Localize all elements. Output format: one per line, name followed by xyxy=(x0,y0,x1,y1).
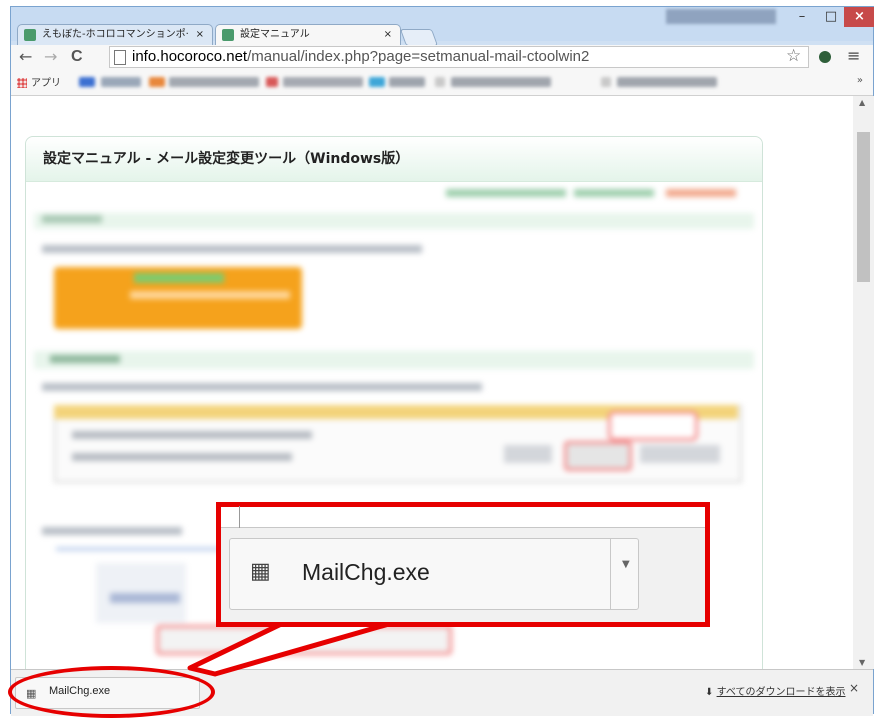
dropdown-separator xyxy=(610,539,611,609)
zoom-callout-box: ▦ MailChg.exe ▼ xyxy=(216,502,710,627)
callout-oval xyxy=(8,666,215,718)
exe-file-icon: ▦ xyxy=(250,559,271,584)
zoomed-file-name: MailChg.exe xyxy=(302,559,430,585)
zoomed-download-item[interactable]: ▦ MailChg.exe ▼ xyxy=(229,538,639,610)
zoomed-download-shelf: ▦ MailChg.exe ▼ xyxy=(221,506,705,622)
zoomed-divider xyxy=(239,506,240,528)
chevron-down-icon[interactable]: ▼ xyxy=(622,559,630,570)
